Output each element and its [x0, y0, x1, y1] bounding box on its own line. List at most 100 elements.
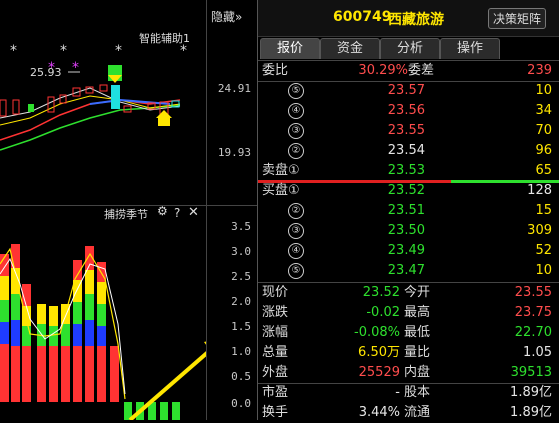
buy-volume: 15 [535, 203, 552, 218]
svg-text:*: * [180, 43, 187, 59]
axis-tick: 2.0 [231, 295, 251, 308]
quote-value: 39513 [510, 365, 552, 380]
quote-value: 25529 [358, 365, 400, 380]
quote-value: 1.05 [523, 345, 552, 360]
candlestick-chart: * * * * * * [0, 43, 187, 151]
sell-price: 23.56 [387, 103, 425, 118]
quote-value: 3.44% [358, 405, 400, 420]
quote-label: 股本 [404, 385, 431, 400]
level-badge: ② [288, 203, 304, 219]
hide-button[interactable]: 隐藏» [211, 8, 242, 25]
price-tick-low: 19.93 [217, 146, 251, 159]
price-chart[interactable]: 智能辅助1 25.93 * * * * * * [0, 0, 206, 206]
buy-volume: 309 [527, 223, 552, 238]
price-axis: 隐藏» 24.91 19.93 [206, 0, 257, 206]
hide-label: 隐藏 [211, 10, 236, 24]
indicator-chart[interactable]: 捕捞季节 ⚙ ? ✕ [0, 204, 206, 420]
sell-volume: 34 [535, 103, 552, 118]
stock-name: 西藏旅游 [388, 12, 444, 28]
buy-level-row[interactable]: 买盘① 23.52 128 [258, 181, 559, 201]
quote-row: 现价 23.52 今开 23.55 [258, 283, 559, 303]
quote-label: 现价 [262, 285, 289, 300]
quote-label: 今开 [404, 285, 431, 300]
buy-price: 23.52 [387, 183, 425, 198]
quote-row: 换手 3.44% 流通 1.89亿 [258, 403, 559, 423]
chart-area: 智能辅助1 25.93 * * * * * * 隐藏» 24.91 19.93 … [0, 0, 257, 420]
indicator-sub-title: 捕捞季节 [104, 208, 148, 221]
level-num: ⑤ [291, 85, 301, 96]
ratio-value: 30.29% [358, 63, 408, 78]
level-num: ⑤ [291, 265, 301, 276]
level-num: ③ [291, 225, 301, 236]
quote-label: 量比 [404, 345, 431, 360]
buy-level-row[interactable]: ② 23.51 15 [258, 201, 559, 221]
stock-header: 600749 西藏旅游 决策矩阵 [258, 0, 559, 37]
quote-label: 换手 [262, 405, 289, 420]
order-ratio-row: 委比 30.29% 委差 239 [258, 61, 559, 81]
indicator-axis: 3.5 3.0 2.5 2.0 1.5 1.0 0.5 0.0 [206, 206, 257, 420]
help-icon[interactable]: ? [174, 206, 180, 220]
axis-tick: 2.5 [231, 270, 251, 283]
axis-tick: 0.5 [231, 370, 251, 383]
tab-bar: 报价 资金 分析 操作 [258, 38, 559, 60]
svg-text:*: * [48, 60, 55, 76]
stock-code: 600749 [333, 9, 392, 25]
quote-label: 流通 [404, 405, 431, 420]
sell-level-row[interactable]: ③ 23.55 70 [258, 121, 559, 141]
level-badge: ⑤ [288, 83, 304, 99]
sell-price: 23.57 [387, 83, 425, 98]
quote-value: 1.89亿 [510, 405, 552, 420]
quote-row: 外盘 25529 内盘 39513 [258, 363, 559, 383]
tab-funds[interactable]: 资金 [320, 38, 380, 59]
quote-label: 总量 [262, 345, 289, 360]
svg-text:*: * [10, 43, 17, 59]
quote-row: 总量 6.50万 量比 1.05 [258, 343, 559, 363]
gear-icon[interactable]: ⚙ [157, 204, 168, 218]
level-badge: ④ [288, 103, 304, 119]
indicator-bars [0, 244, 206, 420]
decision-matrix-button[interactable]: 决策矩阵 [488, 8, 547, 29]
buy-level-row[interactable]: ③ 23.50 309 [258, 221, 559, 241]
level-badge: ④ [288, 243, 304, 259]
quote-row: 涨跌 -0.02 最高 23.75 [258, 303, 559, 323]
quote-value: -0.02 [366, 305, 400, 320]
axis-tick: 3.5 [231, 220, 251, 233]
chevron-right-icon: » [235, 10, 243, 24]
sell-level-row[interactable]: ④ 23.56 34 [258, 101, 559, 121]
buy-level-row[interactable]: ⑤ 23.47 10 [258, 261, 559, 281]
close-icon[interactable]: ✕ [188, 205, 199, 220]
quote-value: - [395, 385, 400, 400]
quote-value: 23.55 [514, 285, 552, 300]
buy-level-row[interactable]: ④ 23.49 52 [258, 241, 559, 261]
quote-value: 23.52 [362, 285, 400, 300]
level-num: ② [291, 205, 301, 216]
sell1-label: 卖盘① [262, 163, 300, 178]
sell-volume: 96 [535, 143, 552, 158]
quote-label: 涨跌 [262, 305, 289, 320]
buy-volume: 52 [535, 243, 552, 258]
buy-volume: 10 [535, 263, 552, 278]
quote-label: 最低 [404, 325, 431, 340]
sell-level-row[interactable]: ⑤ 23.57 10 [258, 81, 559, 101]
buy-price: 23.49 [387, 243, 425, 258]
buy-price: 23.50 [387, 223, 425, 238]
buy-price: 23.47 [387, 263, 425, 278]
candles [0, 84, 180, 117]
level-num: ④ [291, 105, 301, 116]
level-num: ③ [291, 125, 301, 136]
sell-price: 23.54 [387, 143, 425, 158]
quote-label: 市盈 [262, 385, 289, 400]
sell-level-row[interactable]: 卖盘① 23.53 65 [258, 161, 559, 181]
quote-value: 22.70 [514, 325, 552, 340]
tab-operation[interactable]: 操作 [440, 38, 500, 59]
quote-value: 6.50万 [358, 345, 400, 360]
svg-text:*: * [115, 43, 122, 59]
tab-analysis[interactable]: 分析 [380, 38, 440, 59]
tab-quote[interactable]: 报价 [260, 38, 320, 59]
axis-tick: 0.0 [231, 397, 251, 410]
sell-level-row[interactable]: ② 23.54 96 [258, 141, 559, 161]
svg-text:*: * [72, 60, 79, 76]
quote-value: -0.08% [354, 325, 400, 340]
sell-volume: 65 [535, 163, 552, 178]
diff-label: 委差 [408, 63, 435, 78]
